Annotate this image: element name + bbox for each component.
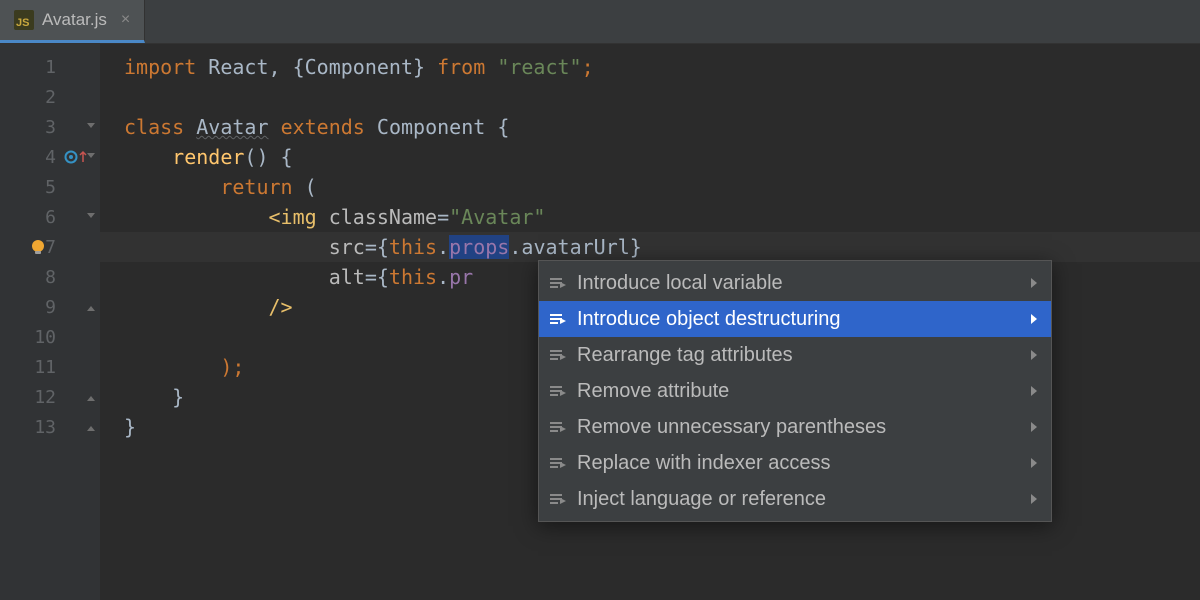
submenu-arrow-icon (1031, 386, 1037, 396)
line-number: 1 (0, 52, 100, 82)
menu-item-remove-unnecessary-parentheses[interactable]: Remove unnecessary parentheses (539, 409, 1051, 445)
code-line: render() { (124, 142, 1200, 172)
intention-icon (549, 346, 567, 364)
code-line: <img className="Avatar" (124, 202, 1200, 232)
submenu-arrow-icon (1031, 458, 1037, 468)
fold-close-icon[interactable] (85, 391, 97, 403)
line-number: 11 (0, 352, 100, 382)
line-number: 7 (0, 232, 100, 262)
menu-label: Introduce object destructuring (577, 308, 841, 331)
tab-bar: JS Avatar.js × (0, 0, 1200, 44)
context-menu: Introduce local variable Introduce objec… (538, 260, 1052, 522)
line-number: 2 (0, 82, 100, 112)
close-icon[interactable]: × (121, 11, 130, 29)
submenu-arrow-icon (1031, 278, 1037, 288)
override-icon[interactable] (64, 150, 87, 164)
menu-item-introduce-local-variable[interactable]: Introduce local variable (539, 265, 1051, 301)
line-number: 9 (0, 292, 100, 322)
intention-icon (549, 382, 567, 400)
menu-label: Replace with indexer access (577, 452, 830, 475)
menu-label: Rearrange tag attributes (577, 344, 793, 367)
menu-item-remove-attribute[interactable]: Remove attribute (539, 373, 1051, 409)
fold-close-icon[interactable] (85, 301, 97, 313)
menu-label: Introduce local variable (577, 272, 783, 295)
code-line: class Avatar extends Component { (124, 112, 1200, 142)
intention-icon (549, 454, 567, 472)
selected-token: props (449, 235, 509, 259)
line-number: 10 (0, 322, 100, 352)
submenu-arrow-icon (1031, 494, 1037, 504)
menu-item-rearrange-tag-attributes[interactable]: Rearrange tag attributes (539, 337, 1051, 373)
js-file-icon: JS (14, 10, 34, 30)
line-number: 13 (0, 412, 100, 442)
fold-icon[interactable] (85, 121, 97, 133)
submenu-arrow-icon (1031, 314, 1037, 324)
line-number: 4 (0, 142, 100, 172)
menu-item-replace-with-indexer-access[interactable]: Replace with indexer access (539, 445, 1051, 481)
code-line-current: src={this.props.avatarUrl} (100, 232, 1200, 262)
intention-icon (549, 418, 567, 436)
line-number: 3 (0, 112, 100, 142)
intention-icon (549, 490, 567, 508)
line-number: 12 (0, 382, 100, 412)
menu-item-inject-language-or-reference[interactable]: Inject language or reference (539, 481, 1051, 517)
line-number: 5 (0, 172, 100, 202)
gutter: 1 2 3 4 5 6 7 8 9 (0, 44, 100, 600)
submenu-arrow-icon (1031, 422, 1037, 432)
fold-close-icon[interactable] (85, 421, 97, 433)
fold-icon[interactable] (85, 211, 97, 223)
submenu-arrow-icon (1031, 350, 1037, 360)
line-number: 6 (0, 202, 100, 232)
intention-icon (549, 274, 567, 292)
file-tab[interactable]: JS Avatar.js × (0, 0, 145, 43)
line-number: 8 (0, 262, 100, 292)
code-line: return ( (124, 172, 1200, 202)
menu-label: Remove attribute (577, 380, 729, 403)
menu-label: Remove unnecessary parentheses (577, 416, 886, 439)
lightbulb-icon[interactable] (28, 237, 48, 257)
tab-filename: Avatar.js (42, 10, 107, 30)
intention-icon (549, 310, 567, 328)
fold-icon[interactable] (85, 151, 97, 163)
menu-item-introduce-object-destructuring[interactable]: Introduce object destructuring (539, 301, 1051, 337)
code-line: import React, {Component} from "react"; (124, 52, 1200, 82)
menu-label: Inject language or reference (577, 488, 826, 511)
code-line (124, 82, 1200, 112)
